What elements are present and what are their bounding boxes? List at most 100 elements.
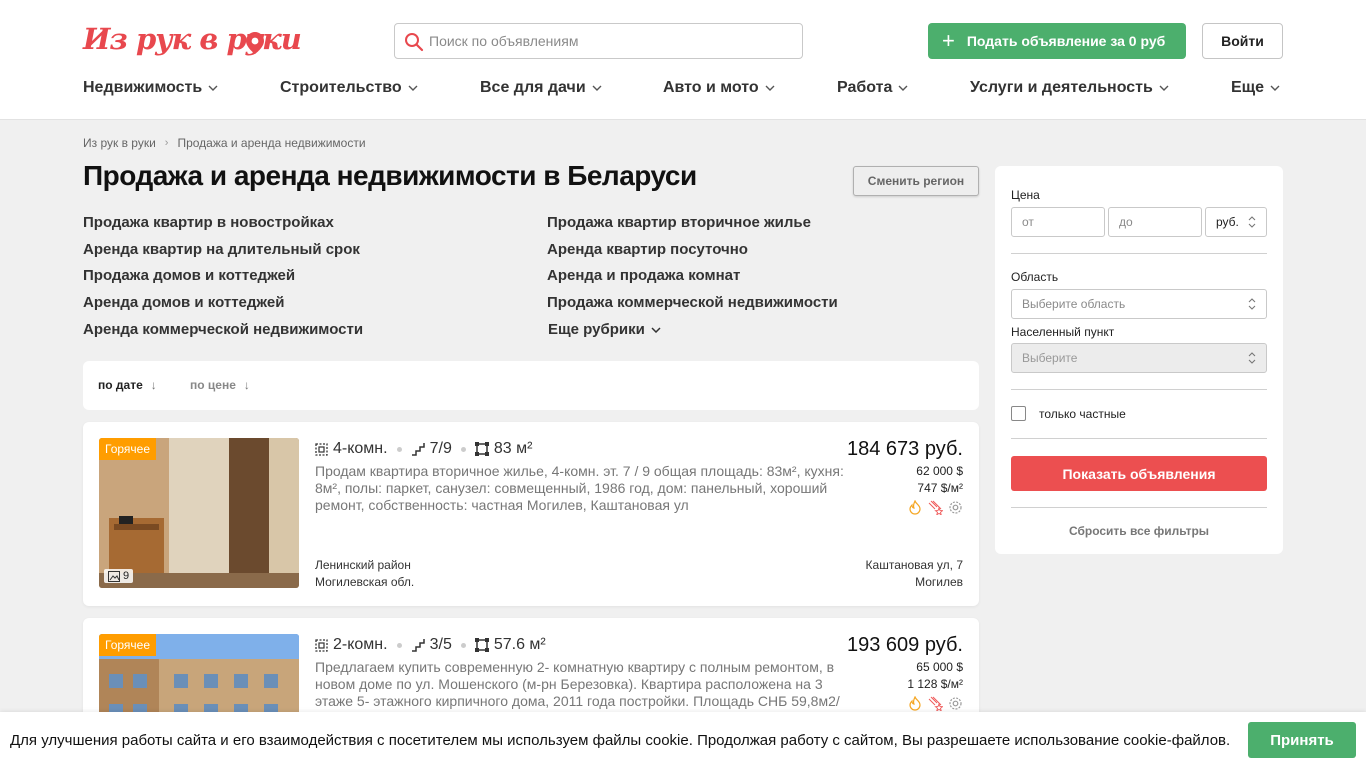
rubric-link[interactable]: Продажа коммерческой недвижимости	[547, 294, 838, 311]
star-icon[interactable]	[927, 696, 943, 711]
region-label: Область	[1011, 270, 1059, 284]
nav-item-services[interactable]: Услуги и деятельность	[970, 79, 1169, 97]
hot-badge: Горячее	[99, 438, 157, 460]
category-nav: Недвижимость Строительство Все для дачи …	[83, 79, 1283, 97]
nav-label: Строительство	[280, 79, 402, 96]
listing-location: Ленинский район Могилевская обл.	[315, 557, 414, 591]
nav-label: Недвижимость	[83, 79, 203, 96]
plus-icon: +	[942, 28, 955, 53]
area-icon	[474, 638, 489, 652]
district: Ленинский район	[315, 558, 411, 572]
fire-icon[interactable]	[908, 696, 922, 711]
sort-by-price-label: по цене	[190, 378, 236, 392]
chevron-down-icon	[208, 85, 218, 91]
nav-item-jobs[interactable]: Работа	[837, 79, 908, 97]
rubric-link[interactable]: Аренда и продажа комнат	[547, 267, 740, 284]
post-ad-button[interactable]: + Подать объявление за 0 руб	[928, 23, 1186, 59]
stairs-icon	[411, 442, 425, 456]
price-to-input[interactable]: до	[1108, 207, 1202, 237]
nav-label: Услуги и деятельность	[970, 79, 1153, 96]
more-rubrics-label: Еще рубрики	[548, 321, 645, 338]
sort-by-date-label: по дате	[98, 378, 143, 392]
nav-item-more[interactable]: Еще	[1231, 79, 1280, 97]
accept-cookies-button[interactable]: Принять	[1248, 722, 1356, 758]
city-label: Населенный пункт	[1011, 325, 1115, 339]
nav-item-real-estate[interactable]: Недвижимость	[83, 79, 218, 97]
show-listings-button[interactable]: Показать объявления	[1011, 456, 1267, 491]
fire-icon[interactable]	[908, 500, 922, 515]
nav-item-construction[interactable]: Строительство	[280, 79, 418, 97]
gear-icon[interactable]	[948, 500, 963, 515]
private-only-label[interactable]: только частные	[1039, 407, 1126, 421]
listing-description: Предлагаем купить современную 2- комнатн…	[315, 659, 840, 709]
price-label: Цена	[1011, 188, 1040, 202]
rubric-link[interactable]: Аренда квартир на длительный срок	[83, 241, 360, 258]
chevron-down-icon	[1270, 85, 1280, 91]
listing-specs: 2-комн. 3/5 57.6 м²	[315, 636, 546, 654]
location-pin-icon[interactable]	[246, 32, 264, 54]
street: Каштановая ул, 7	[865, 558, 963, 572]
price-from-input[interactable]: от	[1011, 207, 1105, 237]
listing-price: 184 673 руб. 62 000 $ 747 $/м²	[847, 438, 963, 497]
post-ad-label: Подать объявление за 0 руб	[966, 33, 1166, 49]
listing-specs: 4-комн. 7/9 83 м²	[315, 440, 532, 458]
updown-icon	[1248, 352, 1256, 364]
page-title: Продажа и аренда недвижимости в Беларуси	[83, 160, 697, 191]
star-icon[interactable]	[927, 500, 943, 515]
cookie-text: Для улучшения работы сайта и его взаимод…	[10, 732, 1231, 749]
change-region-button[interactable]: Сменить регион	[853, 166, 979, 196]
region: Могилевская обл.	[315, 575, 415, 589]
rooms-icon	[315, 638, 328, 652]
search-input[interactable]	[429, 24, 789, 58]
nav-item-auto[interactable]: Авто и мото	[663, 79, 775, 97]
photos-icon	[108, 570, 120, 582]
filter-panel: Цена от до руб. Область Выберите область…	[995, 166, 1283, 554]
photo-count-value: 9	[123, 570, 130, 582]
chevron-down-icon	[408, 85, 418, 91]
chevron-down-icon	[651, 326, 661, 333]
updown-icon	[1248, 298, 1256, 310]
listing-photo[interactable]: Горячее 9	[99, 438, 299, 588]
search-box[interactable]	[394, 23, 803, 59]
more-rubrics-toggle[interactable]: Еще рубрики	[548, 321, 661, 338]
stairs-icon	[411, 638, 425, 652]
nav-item-garden[interactable]: Все для дачи	[480, 79, 602, 97]
area-value: 57.6 м²	[493, 636, 546, 653]
city-select[interactable]: Выберите	[1011, 343, 1267, 373]
breadcrumb-home[interactable]: Из рук в руки	[83, 136, 156, 150]
nav-label: Еще	[1231, 79, 1265, 96]
site-header: Из рук в руки + Подать объявление за 0 р…	[0, 0, 1366, 120]
rubric-link[interactable]: Продажа квартир вторичное жилье	[547, 214, 811, 231]
rubric-link[interactable]: Продажа квартир в новостройках	[83, 214, 334, 231]
gear-icon[interactable]	[948, 696, 963, 711]
private-only-checkbox[interactable]	[1011, 406, 1026, 421]
currency-select[interactable]: руб.	[1205, 207, 1267, 237]
listing-price: 193 609 руб. 65 000 $ 1 128 $/м²	[847, 634, 963, 693]
site-logo[interactable]: Из рук в руки	[83, 22, 302, 56]
rubric-link[interactable]: Аренда коммерческой недвижимости	[83, 321, 363, 338]
listing-actions	[908, 500, 963, 515]
rubric-link[interactable]: Аренда домов и коттеджей	[83, 294, 284, 311]
sort-by-date[interactable]: по дате ↓	[98, 378, 157, 392]
cookie-banner: Для улучшения работы сайта и его взаимод…	[0, 712, 1366, 768]
floor-value: 3/5	[429, 636, 452, 653]
breadcrumb-current[interactable]: Продажа и аренда недвижимости	[177, 136, 365, 150]
rubric-link[interactable]: Аренда квартир посуточно	[547, 241, 748, 258]
listing-card[interactable]: Горячее 9 4-комн. 7/9 83 м² Продам кварт…	[83, 422, 979, 606]
rubric-link[interactable]: Продажа домов и коттеджей	[83, 267, 295, 284]
listing-description: Продам квартира вторичное жилье, 4-комн.…	[315, 463, 844, 513]
nav-label: Авто и мото	[663, 79, 759, 96]
price-usd: 65 000 $	[916, 660, 963, 674]
price-per-m2: 747 $/м²	[917, 481, 963, 495]
listing-address: Каштановая ул, 7 Могилев	[866, 557, 963, 591]
region-select[interactable]: Выберите область	[1011, 289, 1267, 319]
reset-filters-link[interactable]: Сбросить все фильтры	[1011, 524, 1267, 538]
area-value: 83 м²	[493, 440, 533, 457]
login-button[interactable]: Войти	[1202, 23, 1283, 59]
listing-photo-image	[99, 438, 299, 588]
rooms-value: 2-комн.	[333, 636, 388, 653]
area-icon	[474, 442, 489, 456]
chevron-down-icon	[765, 85, 775, 91]
floor-value: 7/9	[429, 440, 452, 457]
sort-by-price[interactable]: по цене ↓	[190, 378, 250, 392]
